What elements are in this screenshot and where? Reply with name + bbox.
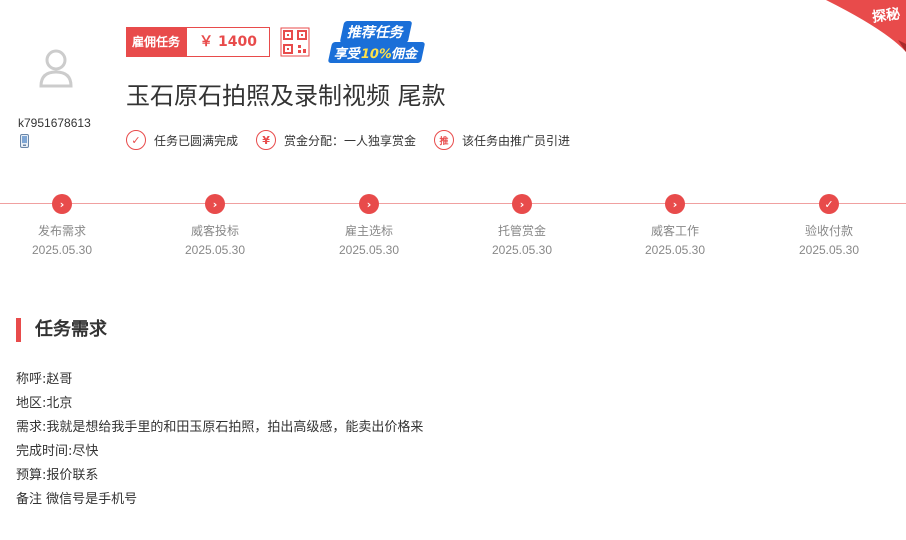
step-label: 验收付款	[804, 224, 853, 238]
task-price: ￥ 1400	[186, 27, 271, 57]
task-features: ✓ 任务已圆满完成 ¥ 赏金分配：一人独享赏金 推 该任务由推广员引进	[126, 130, 588, 150]
step-date: 2025.05.30	[184, 243, 246, 257]
user-icon	[39, 49, 73, 88]
feature-text: 赏金分配：一人独享赏金	[284, 133, 417, 148]
step-publish: › 发布需求 2025.05.30	[2, 194, 122, 257]
feature-reward: ¥ 赏金分配：一人独享赏金	[256, 130, 416, 150]
feature-text: 该任务由推广员引进	[462, 133, 571, 148]
step-work: › 威客工作 2025.05.30	[615, 194, 735, 257]
promo-banner[interactable]: 推荐任务 享受10%佣金	[324, 21, 440, 63]
step-label: 雇主选标	[344, 224, 393, 238]
step-label: 发布需求	[37, 224, 86, 238]
feature-promoter: 推 该任务由推广员引进	[434, 130, 570, 150]
step-label: 威客投标	[190, 224, 239, 238]
req-line: 需求:我就是想给我手里的和田玉原石拍照，拍出高级感，能卖出价格来	[16, 420, 424, 435]
req-line: 预算:报价联系	[16, 468, 99, 483]
step-accept: ✓ 验收付款 2025.05.30	[769, 194, 889, 257]
chevron-right-icon: ›	[359, 194, 379, 214]
requirements-list: 称呼:赵哥 地区:北京 需求:我就是想给我手里的和田玉原石拍照，拍出高级感，能卖…	[16, 368, 423, 512]
feature-completed: ✓ 任务已圆满完成	[126, 130, 238, 150]
chevron-right-icon: ›	[512, 194, 532, 214]
yen-circle-icon: ¥	[256, 130, 277, 150]
task-title: 玉石原石拍照及录制视频 尾款	[126, 82, 446, 110]
check-circle-icon: ✓	[126, 130, 146, 150]
corner-badge-label: 探秘	[871, 6, 902, 26]
promo-line2: 享受10%佣金	[327, 42, 426, 63]
req-line: 称呼:赵哥	[16, 372, 73, 387]
step-date: 2025.05.30	[31, 243, 93, 257]
promo-line1: 推荐任务	[339, 21, 413, 43]
step-date: 2025.05.30	[338, 243, 400, 257]
step-date: 2025.05.30	[798, 243, 860, 257]
section-title: 任务需求	[16, 318, 107, 342]
promote-circle-icon: 推	[434, 130, 455, 150]
task-type-tag: 雇佣任务	[126, 27, 187, 57]
feature-text: 任务已圆满完成	[154, 133, 239, 148]
step-label: 威客工作	[650, 224, 699, 238]
chevron-right-icon: ›	[205, 194, 225, 214]
step-escrow: › 托管赏金 2025.05.30	[462, 194, 582, 257]
req-line: 备注 微信号是手机号	[16, 492, 138, 507]
step-bid: › 威客投标 2025.05.30	[155, 194, 275, 257]
phone-icon	[20, 134, 29, 148]
step-label: 托管赏金	[497, 224, 546, 238]
step-date: 2025.05.30	[644, 243, 706, 257]
req-line: 完成时间:尽快	[16, 444, 99, 459]
req-line: 地区:北京	[16, 396, 73, 411]
step-date: 2025.05.30	[491, 243, 553, 257]
qr-code-icon[interactable]	[280, 27, 310, 57]
corner-badge[interactable]: 探秘	[826, 0, 906, 52]
task-tags: 雇佣任务 ￥ 1400 推荐任务 享受10%佣金	[126, 21, 440, 63]
check-icon: ✓	[819, 194, 839, 214]
step-select: › 雇主选标 2025.05.30	[309, 194, 429, 257]
username[interactable]: k7951678613	[18, 116, 91, 130]
chevron-right-icon: ›	[52, 194, 72, 214]
chevron-right-icon: ›	[665, 194, 685, 214]
